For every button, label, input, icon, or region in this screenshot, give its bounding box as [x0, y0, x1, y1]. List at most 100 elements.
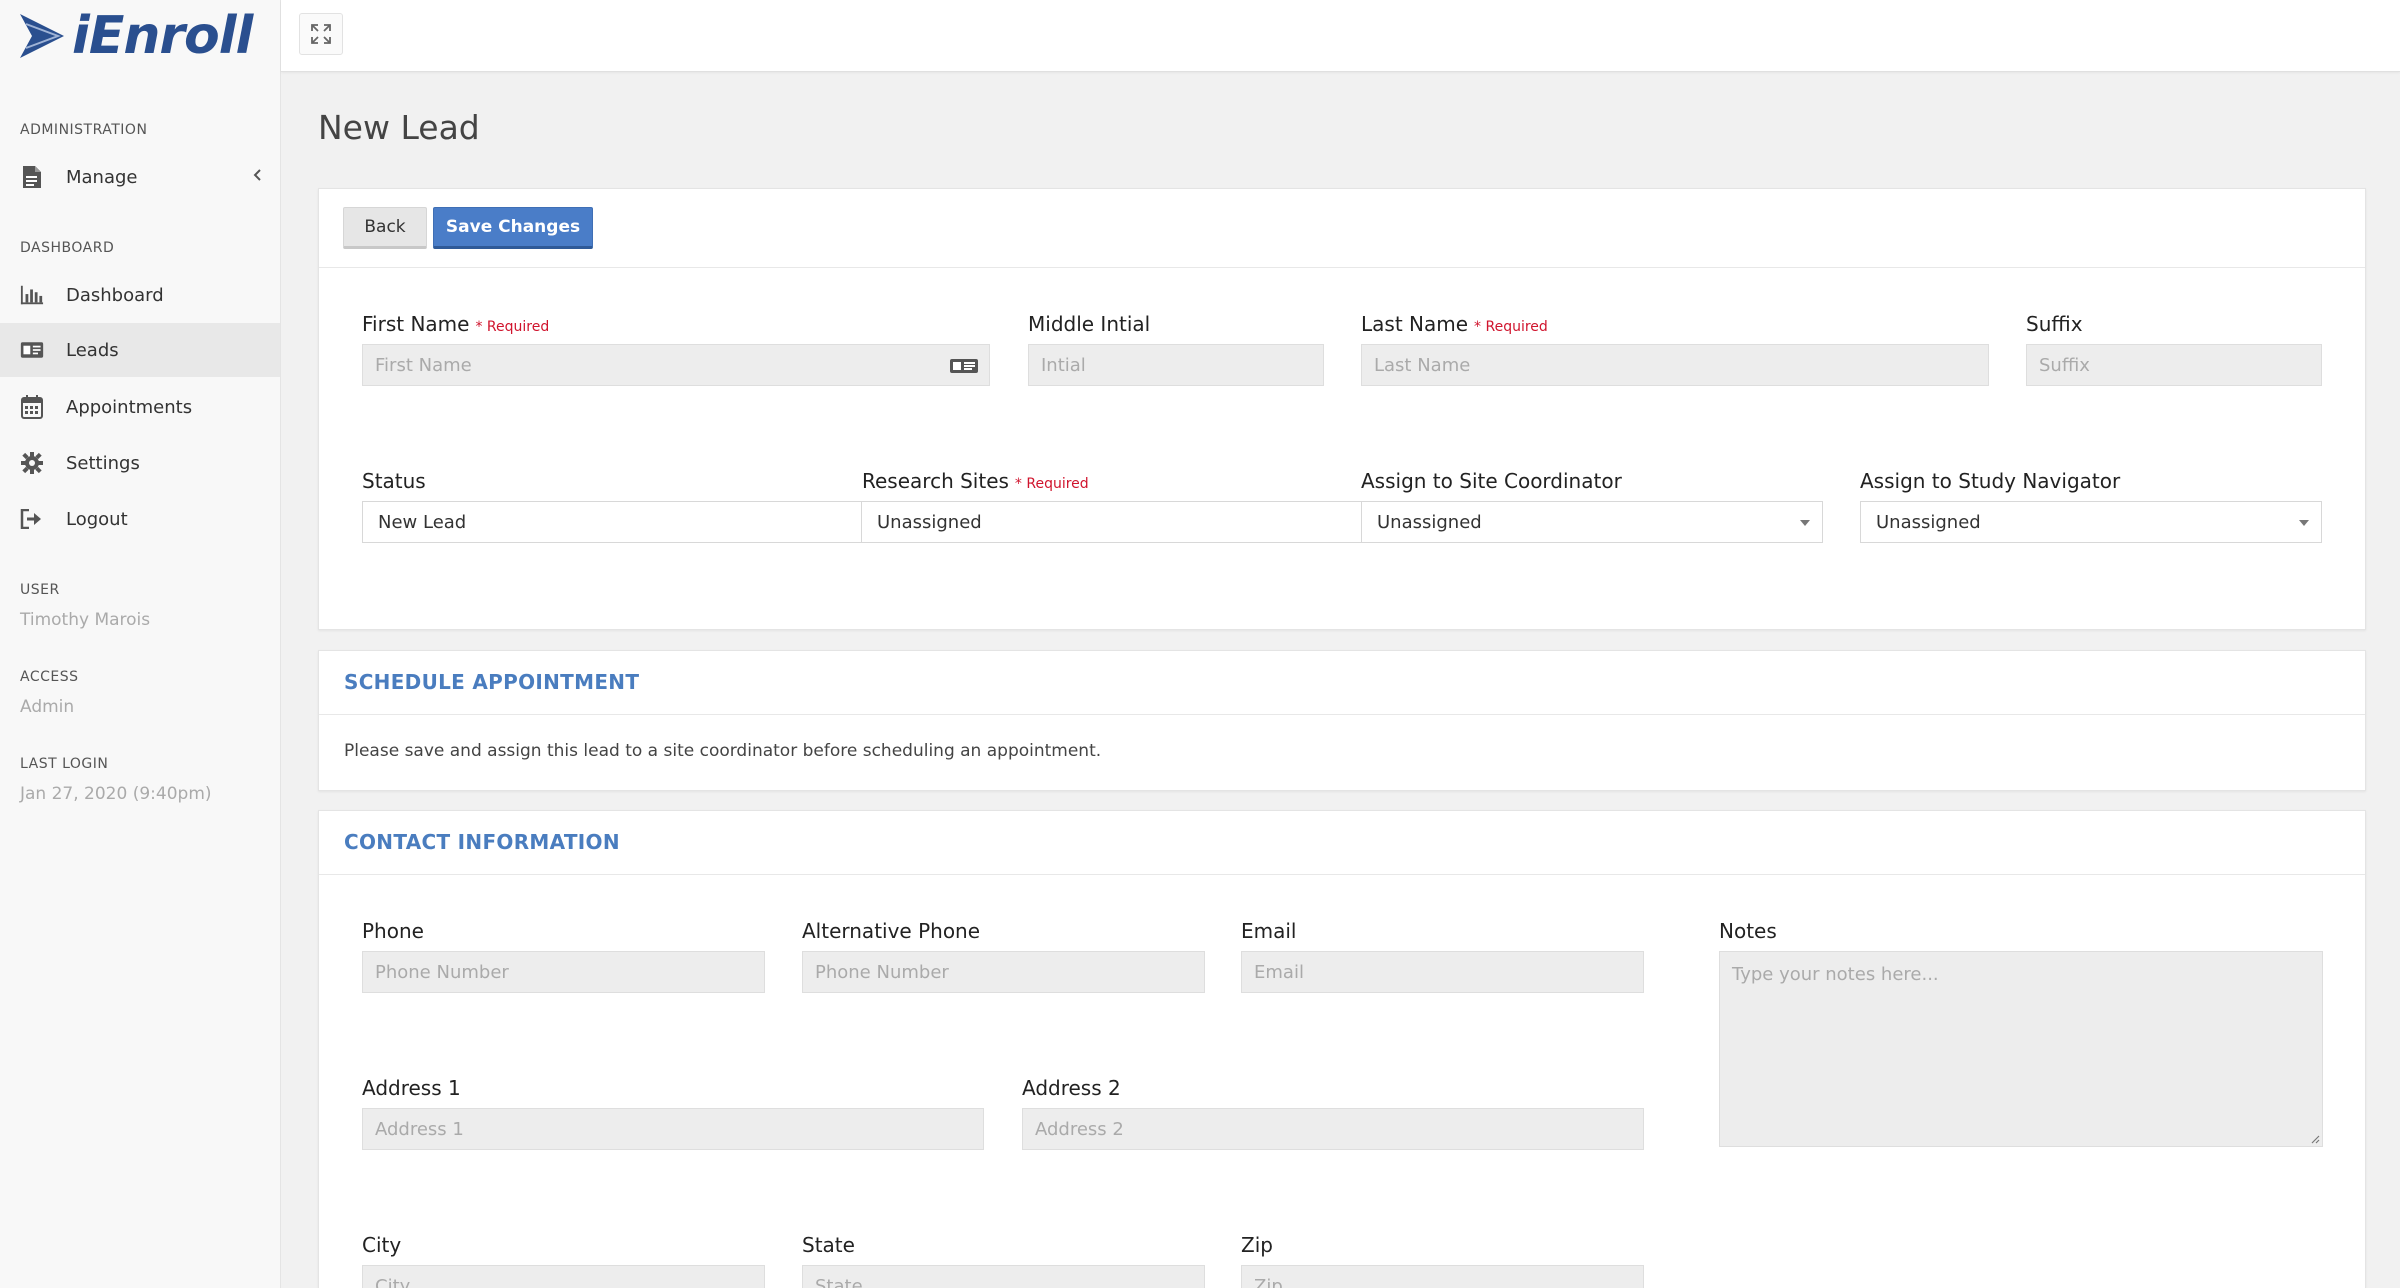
section-administration: ADMINISTRATION: [20, 122, 148, 138]
study-navigator-select[interactable]: Unassigned: [1860, 501, 2322, 543]
sidebar-item-label: Manage: [66, 166, 138, 188]
brand-name: iEnroll: [72, 6, 253, 66]
page-title: New Lead: [318, 108, 480, 147]
sidebar-item-manage[interactable]: Manage: [0, 150, 280, 204]
alt-phone-input[interactable]: Phone Number: [802, 951, 1205, 993]
notes-label: Notes: [1719, 919, 1777, 943]
section-user: USER: [20, 582, 60, 598]
sidebar-item-label: Settings: [66, 452, 140, 474]
research-sites-label: Research Sites * Required: [862, 469, 1089, 493]
zip-placeholder: Zip: [1254, 1275, 1283, 1288]
access-value: Admin: [20, 697, 75, 717]
email-label: Email: [1241, 919, 1297, 943]
sidebar: iEnroll ADMINISTRATION Manage DASHBOARD …: [0, 0, 281, 1288]
email-input[interactable]: Email: [1241, 951, 1644, 993]
required-indicator: * Required: [475, 319, 550, 335]
suffix-placeholder: Suffix: [2039, 354, 2090, 376]
id-card-icon: [20, 338, 44, 362]
first-name-label: First Name * Required: [362, 312, 549, 336]
required-indicator: * Required: [1474, 319, 1548, 335]
email-placeholder: Email: [1254, 961, 1304, 983]
suffix-input[interactable]: Suffix: [2026, 344, 2322, 386]
status-select[interactable]: New Lead: [362, 501, 862, 543]
calendar-icon: [20, 395, 44, 419]
logout-icon: [20, 507, 44, 531]
state-placeholder: State: [815, 1275, 863, 1288]
site-coordinator-label: Assign to Site Coordinator: [1361, 469, 1622, 493]
schedule-appointment-panel: SCHEDULE APPOINTMENT Please save and ass…: [318, 650, 2366, 791]
lead-panel: Back Save Changes First Name * Required F…: [318, 188, 2366, 630]
alt-phone-placeholder: Phone Number: [815, 961, 949, 983]
resize-handle-icon[interactable]: [2310, 1134, 2320, 1144]
sidebar-item-logout[interactable]: Logout: [0, 492, 280, 546]
city-input[interactable]: City: [362, 1265, 765, 1288]
required-indicator: * Required: [1014, 476, 1089, 492]
research-sites-value: Unassigned: [877, 511, 982, 533]
middle-initial-input[interactable]: Intial: [1028, 344, 1324, 386]
state-input[interactable]: State: [802, 1265, 1205, 1288]
save-changes-button[interactable]: Save Changes: [433, 207, 593, 249]
first-name-input[interactable]: First Name: [362, 344, 990, 386]
last-name-input[interactable]: Last Name: [1361, 344, 1989, 386]
brand-logo[interactable]: iEnroll: [18, 6, 253, 66]
research-sites-label-text: Research Sites: [862, 469, 1009, 493]
contact-information-title: CONTACT INFORMATION: [344, 830, 620, 854]
city-label: City: [362, 1233, 402, 1257]
site-coordinator-value: Unassigned: [1377, 511, 1482, 533]
user-name: Timothy Marois: [20, 610, 151, 630]
address1-input[interactable]: Address 1: [362, 1108, 984, 1150]
address2-input[interactable]: Address 2: [1022, 1108, 1644, 1150]
phone-placeholder: Phone Number: [375, 961, 509, 983]
address1-label: Address 1: [362, 1076, 461, 1100]
middle-initial-placeholder: Intial: [1041, 354, 1086, 376]
address2-placeholder: Address 2: [1035, 1118, 1124, 1140]
sidebar-item-label: Logout: [66, 508, 128, 530]
last-name-label: Last Name * Required: [1361, 312, 1548, 336]
notes-placeholder: Type your notes here...: [1732, 964, 1939, 985]
last-login-value: Jan 27, 2020 (9:40pm): [20, 784, 212, 804]
schedule-appointment-title: SCHEDULE APPOINTMENT: [344, 670, 640, 694]
address1-placeholder: Address 1: [375, 1118, 464, 1140]
study-navigator-value: Unassigned: [1876, 511, 1981, 533]
status-value: New Lead: [378, 511, 467, 533]
status-label: Status: [362, 469, 426, 493]
last-name-placeholder: Last Name: [1374, 354, 1471, 376]
site-coordinator-select[interactable]: Unassigned: [1361, 501, 1823, 543]
alt-phone-label: Alternative Phone: [802, 919, 981, 943]
middle-initial-label: Middle Intial: [1028, 312, 1151, 336]
sidebar-item-label: Appointments: [66, 396, 193, 418]
contact-information-panel: CONTACT INFORMATION Phone Phone Number A…: [318, 810, 2366, 1288]
notes-textarea[interactable]: Type your notes here...: [1719, 951, 2323, 1147]
expand-icon: [311, 24, 331, 44]
research-sites-select[interactable]: Unassigned: [862, 501, 1362, 543]
section-access: ACCESS: [20, 669, 79, 685]
chevron-left-icon: [253, 169, 261, 181]
schedule-notice: Please save and assign this lead to a si…: [344, 741, 1102, 761]
sidebar-item-appointments[interactable]: Appointments: [0, 380, 280, 434]
phone-input[interactable]: Phone Number: [362, 951, 765, 993]
gear-icon: [20, 451, 44, 475]
section-last-login: LAST LOGIN: [20, 756, 109, 772]
address2-label: Address 2: [1022, 1076, 1121, 1100]
last-name-label-text: Last Name: [1361, 312, 1469, 336]
panel-toolbar: Back Save Changes: [319, 189, 2365, 268]
zip-input[interactable]: Zip: [1241, 1265, 1644, 1288]
contact-card-icon[interactable]: [949, 358, 979, 374]
back-button[interactable]: Back: [343, 207, 427, 249]
sidebar-item-label: Dashboard: [66, 284, 164, 306]
document-icon: [20, 165, 44, 189]
sidebar-item-dashboard[interactable]: Dashboard: [0, 268, 280, 322]
study-navigator-label: Assign to Study Navigator: [1860, 469, 2121, 493]
sidebar-item-label: Leads: [66, 339, 119, 361]
sidebar-item-settings[interactable]: Settings: [0, 436, 280, 490]
state-label: State: [802, 1233, 855, 1257]
sidebar-item-leads[interactable]: Leads: [0, 323, 280, 377]
zip-label: Zip: [1241, 1233, 1273, 1257]
logo-arrows-icon: [20, 14, 64, 58]
first-name-label-text: First Name: [362, 312, 470, 336]
caret-down-icon: [1800, 520, 1810, 526]
bar-chart-icon: [20, 283, 44, 307]
fullscreen-button[interactable]: [299, 13, 343, 55]
schedule-panel-header: SCHEDULE APPOINTMENT: [319, 651, 2365, 715]
top-bar: [281, 0, 2400, 72]
